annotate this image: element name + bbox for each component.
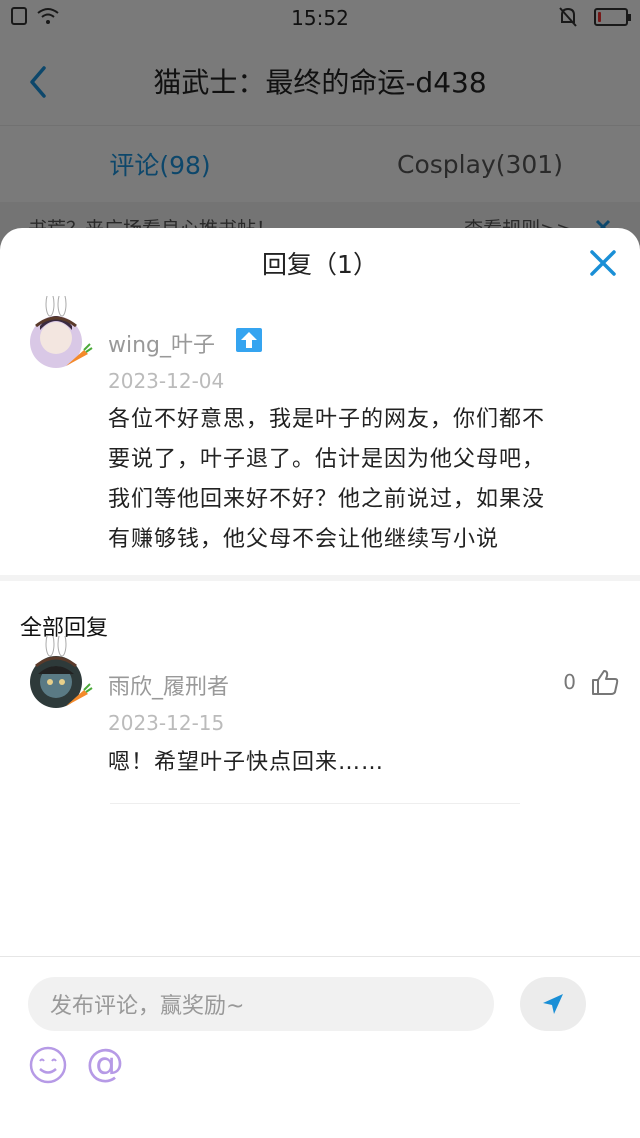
send-button[interactable] xyxy=(520,977,586,1031)
reply-text: 嗯！希望叶子快点回来…… xyxy=(108,750,385,775)
divider xyxy=(110,803,520,804)
comment-line: 各位不好意思，我是叶子的网友，你们都不 xyxy=(108,407,546,432)
sheet-header: 回复（1） xyxy=(0,228,640,298)
mention-button[interactable]: @ xyxy=(86,1041,124,1085)
divider xyxy=(0,575,640,581)
send-icon xyxy=(543,994,563,1014)
screen: 15:52 猫武士：最终的命运-d438 评论(98) Cosplay(301)… xyxy=(0,0,640,1138)
comment-input[interactable]: 发布评论，赢奖励~ xyxy=(28,977,494,1031)
avatar[interactable] xyxy=(20,296,94,370)
comment-input-placeholder: 发布评论，赢奖励~ xyxy=(50,994,245,1019)
like-count: 0 xyxy=(563,670,576,694)
like-button[interactable]: 0 xyxy=(563,668,620,696)
comment-line: 有赚够钱，他父母不会让他继续写小说 xyxy=(108,527,500,552)
close-icon[interactable] xyxy=(588,248,618,278)
reply-username[interactable]: 雨欣_履刑者 xyxy=(108,669,229,701)
reply-date: 2023-12-15 xyxy=(108,711,225,735)
comment-date: 2023-12-04 xyxy=(108,369,225,393)
reply-sheet: 回复（1） wing_叶子 2023-12-04 各位不好意思，我是叶子的网友，… xyxy=(0,228,640,1138)
comment-text: 各位不好意思，我是叶子的网友，你们都不 要说了，叶子退了。估计是因为他父母吧， … xyxy=(108,400,545,560)
avatar[interactable] xyxy=(20,636,94,710)
comment-line: 我们等他回来好不好？他之前说过，如果没 xyxy=(108,487,546,512)
comment-username[interactable]: wing_叶子 xyxy=(108,327,215,359)
comment-input-bar: 发布评论，赢奖励~ @ xyxy=(0,956,640,1138)
emoji-icon[interactable] xyxy=(28,1045,68,1085)
thumbs-up-icon[interactable] xyxy=(590,668,620,696)
comment-line: 要说了，叶子退了。估计是因为他父母吧， xyxy=(108,447,546,472)
sheet-title: 回复（1） xyxy=(262,250,378,279)
level-up-icon xyxy=(236,328,262,352)
